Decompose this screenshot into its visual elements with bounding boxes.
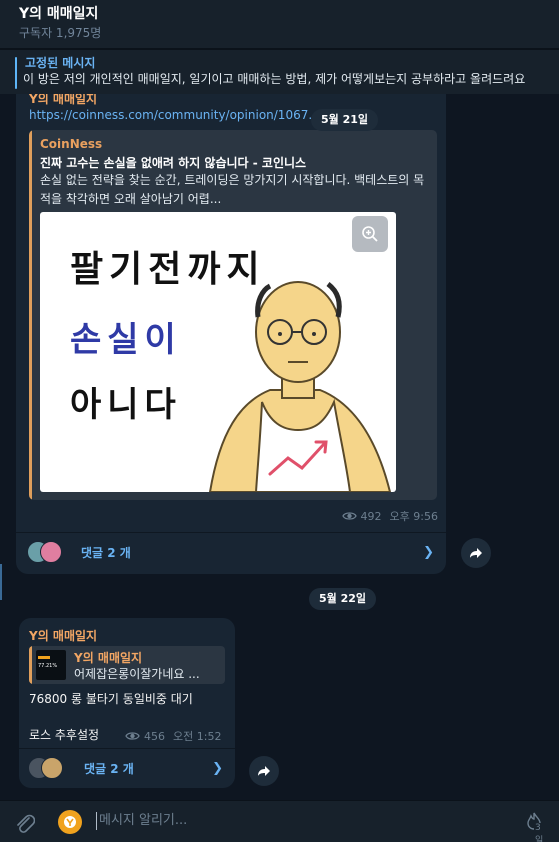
reply-author: Y의 매매일지 xyxy=(74,651,143,665)
message-bubble[interactable]: Y의 매매일지 https://coinness.com/community/o… xyxy=(16,94,446,574)
pinned-accent-bar xyxy=(15,57,17,89)
view-count: 456 xyxy=(144,729,165,743)
channel-logo-icon xyxy=(64,816,76,828)
reply-text: 어제잡은롱이잘가네요 ... xyxy=(74,667,200,681)
views-eye-icon xyxy=(341,512,357,520)
boost-button[interactable]: 3일 xyxy=(524,811,545,842)
chat-area[interactable]: Y의 매매일지 https://coinness.com/community/o… xyxy=(0,94,559,800)
views-eye-icon xyxy=(125,732,140,740)
message-bubble[interactable]: Y의 매매일지 77.21% Y의 매매일지 어제잡은롱이잘가네요 ... 76… xyxy=(19,618,235,788)
avatar xyxy=(40,540,62,563)
message-time: 오후 9:56 xyxy=(389,510,438,523)
message-composer: 메시지 알리기... 3일 xyxy=(0,800,559,842)
meme-character-illustration xyxy=(208,281,392,492)
message-author[interactable]: Y의 매매일지 xyxy=(29,627,97,644)
message-input[interactable]: 메시지 알리기... xyxy=(96,812,187,830)
meme-line-2: 손실이 xyxy=(70,320,182,360)
message-text-line: 로스 추후설정 xyxy=(29,728,100,742)
view-count: 492 xyxy=(360,509,382,523)
share-arrow-icon xyxy=(470,548,482,558)
date-pill: 5월 21일 xyxy=(311,109,379,131)
share-button[interactable] xyxy=(461,538,491,568)
subscriber-count: 구독자 1,975명 xyxy=(19,26,102,40)
message-time: 오전 1:52 xyxy=(173,730,222,743)
share-arrow-icon xyxy=(258,766,270,776)
message-author[interactable]: Y의 매매일지 xyxy=(29,94,97,107)
thumbnail-label: 77.21% xyxy=(38,663,58,669)
pinned-message-bar[interactable]: 고정된 메시지 이 방은 저의 개인적인 매매일지, 일기이고 매매하는 방법,… xyxy=(0,50,559,94)
boost-count: 3일 xyxy=(534,823,545,842)
meme-line-3: 아니다 xyxy=(70,385,182,425)
chevron-right-icon: ❯ xyxy=(212,761,223,776)
commenter-avatars xyxy=(28,756,78,781)
date-pill: 5월 22일 xyxy=(309,588,377,610)
pinned-text: 이 방은 저의 개인적인 매매일지, 일기이고 매매하는 방법, 제가 어떻게보… xyxy=(23,72,526,86)
share-button[interactable] xyxy=(249,756,279,786)
reply-quote[interactable]: 77.21% Y의 매매일지 어제잡은롱이잘가네요 ... xyxy=(29,646,225,684)
avatar xyxy=(41,756,63,779)
comments-button[interactable]: 댓글 2 개 ❯ xyxy=(19,748,235,788)
chat-header[interactable]: Y의 매매일지 구독자 1,975명 xyxy=(0,0,559,48)
commenter-avatars xyxy=(27,540,75,565)
chevron-right-icon: ❯ xyxy=(423,545,434,560)
channel-title: Y의 매매일지 xyxy=(19,6,99,22)
zoom-button[interactable] xyxy=(352,216,388,252)
message-text-line: 76800 롱 불타기 동일비중 대기 xyxy=(29,692,193,706)
comments-label: 댓글 2 개 xyxy=(84,762,134,776)
scroll-indicator xyxy=(0,564,2,600)
send-as-avatar[interactable] xyxy=(58,810,82,834)
link-preview[interactable]: CoinNess 진짜 고수는 손실을 없애려 하지 않습니다 - 코인니스 손… xyxy=(29,130,437,500)
message-meta: 456 오전 1:52 xyxy=(125,728,221,744)
message-meta: 492 오후 9:56 xyxy=(341,508,438,524)
preview-image[interactable]: 팔기전까지 손실이 아니다 xyxy=(40,212,396,492)
comments-button[interactable]: 댓글 2 개 ❯ xyxy=(16,532,446,572)
thumbnail-mark xyxy=(38,656,50,659)
zoom-in-icon xyxy=(362,226,378,242)
comments-label: 댓글 2 개 xyxy=(81,546,131,560)
reply-accent-bar xyxy=(29,646,32,684)
preview-description: 손실 없는 전략을 찾는 순간, 트레이딩은 망가지기 시작합니다. 백테스트의… xyxy=(40,173,425,206)
preview-accent-bar xyxy=(29,130,32,500)
paperclip-icon xyxy=(17,814,36,833)
pinned-title: 고정된 메시지 xyxy=(25,56,96,70)
preview-site-name: CoinNess xyxy=(40,137,103,151)
attach-button[interactable] xyxy=(15,812,36,838)
reply-thumbnail: 77.21% xyxy=(36,650,66,680)
preview-title: 진짜 고수는 손실을 없애려 하지 않습니다 - 코인니스 xyxy=(40,156,307,170)
message-link[interactable]: https://coinness.com/community/opinion/1… xyxy=(29,108,329,122)
